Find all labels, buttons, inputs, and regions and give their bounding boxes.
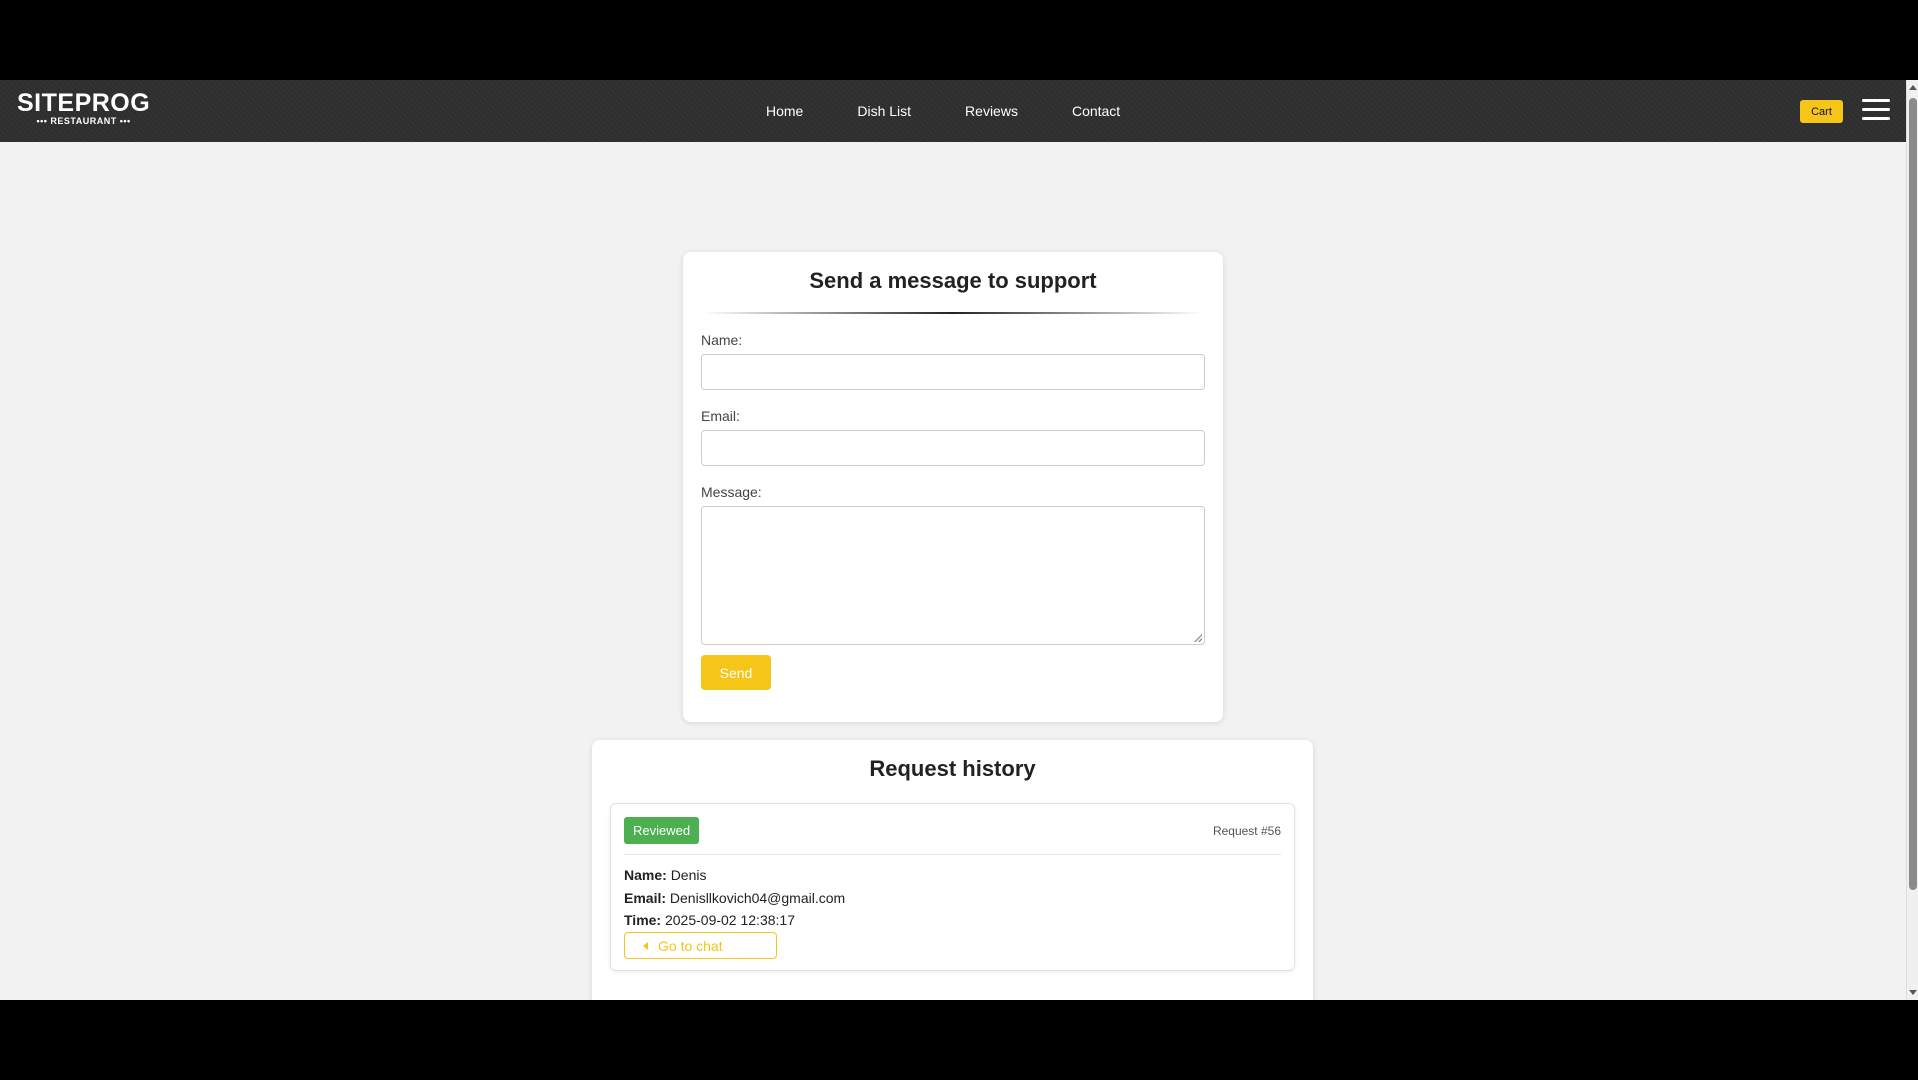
request-name-line: Name: Denis bbox=[624, 866, 706, 884]
logo-tagline: ••• RESTAURANT ••• bbox=[36, 116, 131, 126]
send-button[interactable]: Send bbox=[701, 655, 771, 690]
scroll-up-arrow-icon[interactable] bbox=[1909, 85, 1917, 90]
email-label: Email: bbox=[701, 408, 740, 424]
navbar: SITEPROG ••• RESTAURANT ••• Home Dish Li… bbox=[0, 80, 1906, 142]
nav-dish-list[interactable]: Dish List bbox=[857, 103, 911, 119]
request-time-value: 2025-09-02 12:38:17 bbox=[664, 912, 795, 928]
request-item: Reviewed Request #56 Name: Denis Email: … bbox=[610, 803, 1295, 971]
resize-grip-icon[interactable] bbox=[1194, 634, 1202, 642]
request-name-value: Denis bbox=[670, 867, 707, 883]
name-input[interactable] bbox=[701, 354, 1205, 390]
request-time-label: Time: bbox=[624, 912, 662, 928]
page-viewport: SITEPROG ••• RESTAURANT ••• Home Dish Li… bbox=[0, 80, 1918, 1000]
message-label: Message: bbox=[701, 484, 762, 500]
request-id: Request #56 bbox=[1212, 824, 1281, 838]
main-nav: Home Dish List Reviews Contact bbox=[766, 80, 1174, 142]
nav-reviews[interactable]: Reviews bbox=[965, 103, 1018, 119]
request-history-title: Request history bbox=[869, 756, 1036, 781]
hamburger-bar bbox=[1862, 117, 1890, 120]
cart-button[interactable]: Cart bbox=[1800, 100, 1843, 123]
name-label: Name: bbox=[701, 332, 743, 348]
request-name-label: Name: bbox=[624, 867, 667, 883]
logo-name: SITEPROG bbox=[17, 89, 151, 117]
page-scrollbar[interactable] bbox=[1906, 80, 1918, 1000]
request-email-label: Email: bbox=[624, 890, 667, 906]
nav-contact[interactable]: Contact bbox=[1072, 103, 1120, 119]
scrollbar-thumb[interactable] bbox=[1909, 98, 1917, 890]
request-email-value: Denisllkovich04@gmail.com bbox=[669, 890, 846, 906]
request-email-line: Email: Denisllkovich04@gmail.com bbox=[624, 889, 845, 907]
hamburger-bar bbox=[1862, 108, 1890, 111]
hamburger-menu-icon[interactable] bbox=[1862, 99, 1890, 123]
go-to-chat-label: Go to chat bbox=[658, 937, 723, 954]
email-input[interactable] bbox=[701, 430, 1205, 466]
request-time-line: Time: 2025-09-02 12:38:17 bbox=[624, 911, 795, 929]
caret-left-icon bbox=[643, 941, 648, 950]
nav-home[interactable]: Home bbox=[766, 103, 803, 119]
go-to-chat-button[interactable]: Go to chat bbox=[624, 932, 777, 959]
support-form-title: Send a message to support bbox=[809, 268, 1097, 293]
request-history-card: Request history Reviewed Request #56 Nam… bbox=[592, 740, 1313, 1000]
hamburger-bar bbox=[1862, 99, 1890, 102]
scroll-down-arrow-icon[interactable] bbox=[1909, 990, 1917, 995]
message-textarea[interactable] bbox=[701, 506, 1205, 645]
status-badge: Reviewed bbox=[624, 817, 700, 844]
item-divider bbox=[624, 854, 1281, 855]
support-form-card: Send a message to support Name: Email: M… bbox=[683, 252, 1223, 722]
title-divider bbox=[703, 312, 1203, 314]
site-logo[interactable]: SITEPROG ••• RESTAURANT ••• bbox=[17, 91, 150, 127]
